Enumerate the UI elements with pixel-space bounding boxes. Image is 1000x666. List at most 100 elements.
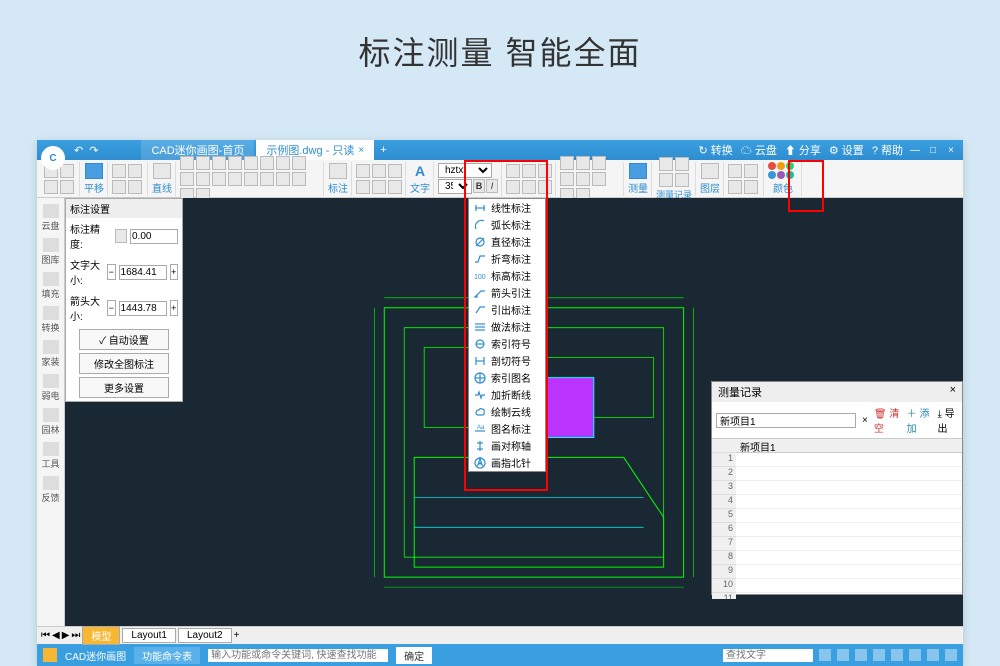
spline-icon[interactable] [260, 156, 274, 170]
clear-button[interactable]: 🗑 清空 [874, 405, 901, 435]
rail-gallery[interactable]: 图库 [39, 236, 63, 268]
hatch-icon[interactable] [180, 172, 194, 186]
l1-icon[interactable] [728, 164, 742, 178]
e2-icon[interactable] [522, 180, 536, 194]
polyline-icon[interactable] [180, 156, 194, 170]
tab-add-layout-icon[interactable]: + [234, 630, 240, 641]
command-input[interactable] [208, 649, 388, 662]
arrow-size-input[interactable] [119, 301, 167, 316]
close-icon[interactable]: × [358, 145, 364, 156]
trim-icon[interactable] [576, 172, 590, 186]
zoom-window-icon[interactable] [128, 180, 142, 194]
a2-icon[interactable] [372, 164, 386, 178]
m4-icon[interactable] [675, 173, 689, 187]
dd-symmetry[interactable]: 画对称轴 [469, 437, 545, 454]
tab-model[interactable]: 模型 [82, 626, 120, 645]
e3-icon[interactable] [538, 180, 552, 194]
textsize-inc[interactable]: + [170, 264, 178, 280]
circle-icon[interactable] [228, 156, 242, 170]
dd-section[interactable]: 剖切符号 [469, 352, 545, 369]
arrowsize-inc[interactable]: + [170, 300, 178, 316]
print-icon[interactable] [60, 180, 74, 194]
dd-index-name[interactable]: 索引图名 [469, 369, 545, 386]
e1-icon[interactable] [506, 180, 520, 194]
minimize-button[interactable]: — [907, 143, 923, 157]
save-icon[interactable] [44, 180, 58, 194]
rail-tools[interactable]: 工具 [39, 440, 63, 472]
measure-group[interactable]: 测量 [625, 162, 652, 196]
bold-icon[interactable]: B [473, 179, 485, 193]
tab-add-icon[interactable]: + [376, 144, 390, 156]
tab-next-icon[interactable]: ▶ [62, 630, 70, 641]
d6-icon[interactable] [276, 172, 290, 186]
rect-icon[interactable] [196, 156, 210, 170]
help-button[interactable]: ? 帮助 [872, 142, 903, 158]
m1-icon[interactable] [659, 157, 673, 171]
extend-icon[interactable] [592, 172, 606, 186]
m2-icon[interactable] [675, 157, 689, 171]
m3-icon[interactable] [659, 173, 673, 187]
cut-icon[interactable] [538, 164, 552, 178]
rail-cloud[interactable]: 云盘 [39, 202, 63, 234]
settings-button[interactable]: ⚙ 设置 [829, 142, 864, 158]
tab-prev-icon[interactable]: ◀ [52, 630, 60, 641]
auto-settings-button[interactable]: ✓ 自动设置 [79, 329, 169, 350]
sb-grid-icon[interactable] [837, 649, 849, 661]
sb-polar-icon[interactable] [873, 649, 885, 661]
export-button[interactable]: ⤓ 导出 [937, 405, 958, 435]
l3-icon[interactable] [728, 180, 742, 194]
close-button[interactable]: × [943, 143, 959, 157]
move-icon[interactable] [560, 156, 574, 170]
dd-arrow-leader[interactable]: 箭头引注 [469, 284, 545, 301]
text-size-input[interactable] [119, 265, 167, 280]
a6-icon[interactable] [388, 180, 402, 194]
dd-figure-name[interactable]: Aa图名标注 [469, 420, 545, 437]
dd-north[interactable]: 画指北针 [469, 454, 545, 471]
arrowsize-dec[interactable]: − [107, 300, 115, 316]
zoom-in-icon[interactable] [112, 164, 126, 178]
project-name-input[interactable] [716, 413, 856, 428]
a3-icon[interactable] [388, 164, 402, 178]
sb-snap-icon[interactable] [819, 649, 831, 661]
tab-layout1[interactable]: Layout1 [122, 628, 176, 643]
rail-fill[interactable]: 填充 [39, 270, 63, 302]
l2-icon[interactable] [744, 164, 758, 178]
a4-icon[interactable] [356, 180, 370, 194]
dd-break-line[interactable]: 加折断线 [469, 386, 545, 403]
dd-cloud[interactable]: 绘制云线 [469, 403, 545, 420]
rotate-icon[interactable] [576, 156, 590, 170]
sb-osnap-icon[interactable] [891, 649, 903, 661]
scale-icon[interactable] [560, 172, 574, 186]
rail-garden[interactable]: 园林 [39, 406, 63, 438]
tab-last-icon[interactable]: ⏭ [71, 630, 80, 641]
textsize-dec[interactable]: − [107, 264, 115, 280]
dd-leader[interactable]: 引出标注 [469, 301, 545, 318]
d4-icon[interactable] [244, 172, 258, 186]
add-button[interactable]: ＋ 添加 [907, 405, 932, 435]
dd-jog[interactable]: 折弯标注 [469, 250, 545, 267]
rail-electric[interactable]: 弱电 [39, 372, 63, 404]
proj-clear-icon[interactable]: × [862, 415, 868, 426]
share-button[interactable]: ⬆ 分享 [785, 142, 821, 158]
undo-icon[interactable]: ↶ [71, 144, 86, 157]
italic-icon[interactable]: I [486, 179, 498, 193]
mp-close-icon[interactable]: × [950, 384, 956, 400]
layer-icon[interactable] [701, 163, 719, 179]
cloud-button[interactable]: ☁ 云盘 [741, 142, 777, 158]
tab-layout2[interactable]: Layout2 [178, 628, 232, 643]
maximize-button[interactable]: □ [925, 143, 941, 157]
rail-feedback[interactable]: 反馈 [39, 474, 63, 506]
ellipse-icon[interactable] [244, 156, 258, 170]
d1-icon[interactable] [196, 172, 210, 186]
sb-ortho-icon[interactable] [855, 649, 867, 661]
text-icon[interactable]: A [415, 163, 425, 179]
rail-home[interactable]: 家装 [39, 338, 63, 370]
canvas-area[interactable]: 标注设置 标注精度: 文字大小:−+ 箭头大小:−+ ✓ 自动设置 修改全图标注… [65, 198, 963, 626]
point-icon[interactable] [292, 156, 306, 170]
zoom-fit-icon[interactable] [112, 180, 126, 194]
a5-icon[interactable] [372, 180, 386, 194]
sb-full-icon[interactable] [945, 649, 957, 661]
dd-practice[interactable]: 做法标注 [469, 318, 545, 335]
d3-icon[interactable] [228, 172, 242, 186]
dd-arc[interactable]: 弧长标注 [469, 216, 545, 233]
